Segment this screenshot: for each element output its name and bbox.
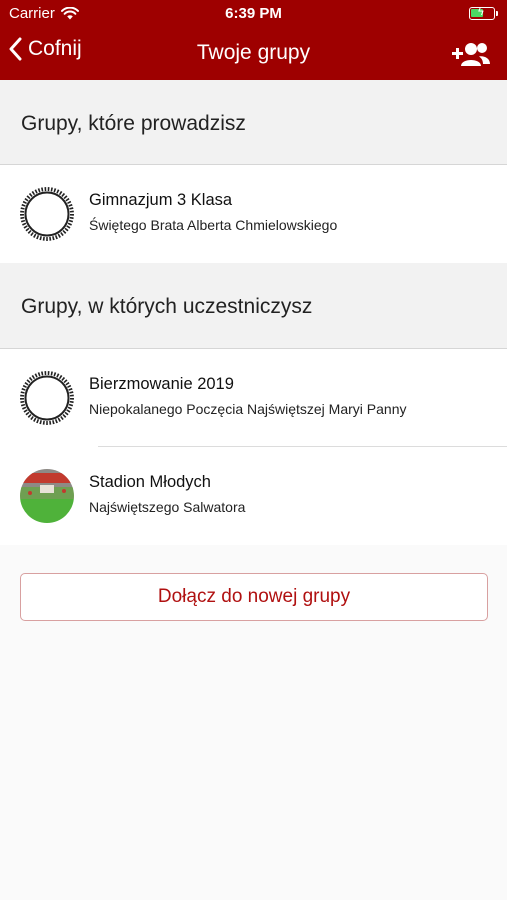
add-user-icon[interactable] [451, 38, 491, 70]
section-title-led: Grupy, które prowadzisz [21, 112, 246, 135]
group-parish: Najświętszego Salwatora [89, 499, 246, 515]
section-title-joined: Grupy, w których uczestniczysz [21, 295, 313, 318]
group-row-bierzmowanie[interactable]: Bierzmowanie 2019 Niepokalanego Poczęcia… [0, 349, 507, 447]
status-bar: Carrier 6:39 PM ϟ [0, 0, 507, 28]
group-name: Gimnazjum 3 Klasa [89, 191, 233, 209]
section-header-led: Grupy, które prowadzisz [0, 80, 507, 165]
top-bar: Carrier 6:39 PM ϟ Cofnij Twoje grupy [0, 0, 507, 80]
group-parish: Niepokalanego Poczęcia Najświętszej Mary… [89, 401, 407, 417]
stadium-photo-avatar [20, 469, 74, 523]
status-time: 6:39 PM [225, 5, 282, 22]
page-title: Twoje grupy [196, 41, 311, 64]
group-row-stadion[interactable]: Stadion Młodych Najświętszego Salwatora [0, 447, 507, 545]
group-name: Bierzmowanie 2019 [89, 375, 234, 393]
battery-icon: ϟ [469, 6, 498, 20]
group-parish: Świętego Brata Alberta Chmielowskiego [89, 217, 338, 233]
group-row-gimnazjum[interactable]: Gimnazjum 3 Klasa Świętego Brata Alberta… [0, 165, 507, 263]
group-name: Stadion Młodych [89, 473, 211, 491]
section-header-joined: Grupy, w których uczestniczysz [0, 263, 507, 349]
navigation-bar: Cofnij Twoje grupy [0, 28, 507, 80]
parish-placeholder-icon [20, 371, 74, 425]
join-new-group-button[interactable]: Dołącz do nowej grupy [20, 573, 488, 621]
parish-placeholder-icon [20, 187, 74, 241]
